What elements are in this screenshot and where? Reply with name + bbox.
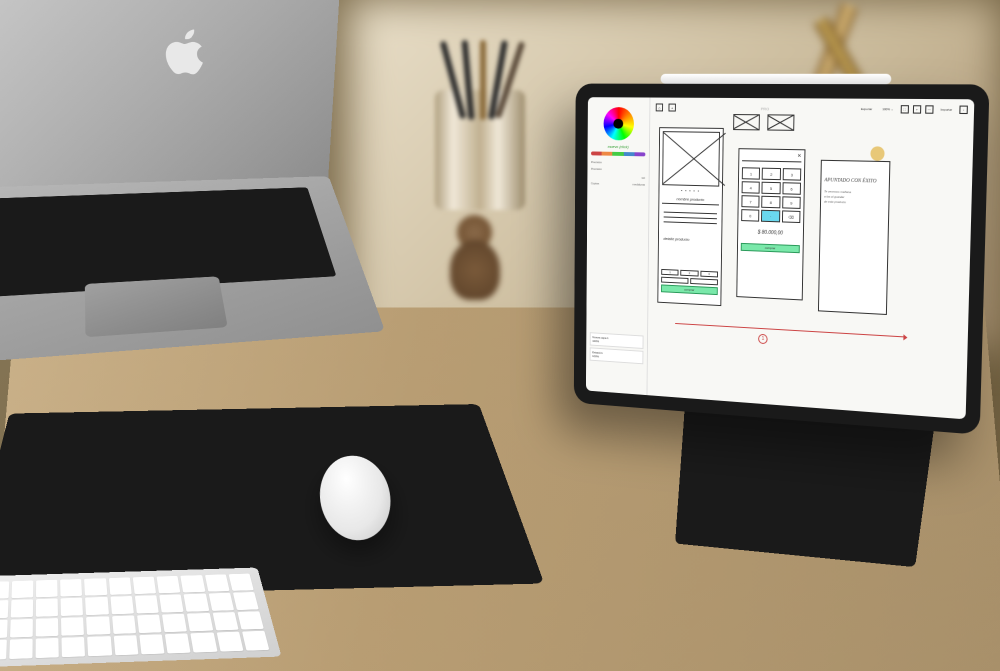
- setting-label: Copias: [591, 182, 599, 187]
- app-sidebar: muevo (click) Precisión Precisión: [586, 97, 650, 395]
- toolbar-more-icon[interactable]: —: [925, 105, 933, 113]
- external-keyboard: [0, 568, 282, 669]
- toolbar-add-icon[interactable]: +: [913, 105, 921, 113]
- layer-item[interactable]: Estación 100%: [590, 347, 644, 364]
- app-topbar: ⌂ + PRO Exportar 100% ⌄ ⬚ + — Importar ↓: [650, 100, 974, 117]
- toolbar-icon[interactable]: ⬚: [900, 105, 908, 113]
- flow-step-number: 1: [758, 334, 768, 344]
- decorative-figure: [435, 210, 515, 310]
- keypad-key: 7: [741, 195, 759, 208]
- flow-arrow: [675, 323, 904, 337]
- setting-label: Precisión: [591, 167, 602, 172]
- apple-logo-icon: [157, 26, 212, 89]
- add-icon[interactable]: +: [668, 104, 675, 112]
- keypad-key-delete: ⌫: [782, 210, 801, 223]
- amount-display: $ 80.000,00: [741, 229, 800, 237]
- option-button: [661, 277, 688, 284]
- design-app: muevo (click) Precisión Precisión: [586, 97, 974, 419]
- download-icon[interactable]: ↓: [959, 106, 968, 115]
- image-placeholder: [662, 131, 720, 186]
- workspace-scene: muevo (click) Precisión Precisión: [0, 0, 1000, 667]
- wireframe-success[interactable]: APUNTADO CON ÉXITO Te veremos mañana a l…: [818, 160, 890, 315]
- color-wheel[interactable]: [603, 107, 634, 141]
- app-canvas[interactable]: ⌂ + PRO Exportar 100% ⌄ ⬚ + — Importar ↓: [647, 98, 974, 420]
- keypad-key: 8: [762, 196, 781, 209]
- option-button: 2: [681, 270, 699, 277]
- keypad-key: ·: [761, 210, 780, 223]
- close-icon: ✕: [797, 153, 801, 159]
- laptop-base: [0, 176, 385, 367]
- buy-button: comprar: [661, 284, 718, 295]
- option-button: [690, 278, 718, 285]
- keypad-key: 0: [741, 209, 759, 222]
- option-button: 1: [661, 269, 679, 276]
- keypad-key: 4: [742, 181, 760, 193]
- keypad-key: 5: [762, 182, 781, 195]
- keypad-key: 1: [742, 167, 760, 179]
- ipad: muevo (click) Precisión Precisión: [574, 84, 990, 435]
- home-icon[interactable]: ⌂: [656, 103, 663, 111]
- number-keypad: 1 2 3 4 5 6 7 8 9 0 · ⌫: [741, 167, 801, 223]
- sidebar-settings: Precisión Precisión set Copias mediduras: [591, 159, 645, 189]
- wireframe-keypad[interactable]: ✕ 1 2 3 4 5 6 7 8 9: [736, 148, 805, 300]
- macbook: [0, 0, 444, 365]
- keypad-key: 3: [782, 168, 801, 181]
- keypad-key: 9: [782, 196, 801, 209]
- tablet-screen: muevo (click) Precisión Precisión: [586, 97, 974, 419]
- mousepad: [0, 404, 544, 598]
- apple-pencil: [661, 74, 892, 84]
- color-label: muevo (click): [591, 144, 645, 150]
- wireframes-row: • • • • • nombre producto detalle produc…: [657, 127, 963, 319]
- option-button: 3: [700, 271, 718, 278]
- setting-value: set: [641, 176, 645, 181]
- import-button[interactable]: Importar: [937, 106, 955, 112]
- product-detail-label: detalle producto: [662, 234, 719, 245]
- emoji-icon: [870, 146, 884, 161]
- success-text: Te veremos mañana a las al guardar de es…: [824, 189, 886, 205]
- layers-panel: Nueva capa 1 100% Estación 100%: [590, 330, 644, 366]
- pen-holder: [435, 90, 525, 210]
- zoom-value[interactable]: 100% ⌄: [879, 106, 896, 112]
- keypad-key: 2: [762, 168, 781, 180]
- setting-value: mediduras: [632, 183, 645, 189]
- keypad-key: 6: [782, 182, 801, 195]
- color-palette[interactable]: [591, 151, 645, 156]
- export-button[interactable]: Exportar: [858, 106, 875, 112]
- pro-badge: PRO: [761, 106, 769, 111]
- laptop-trackpad: [85, 276, 228, 337]
- buy-button: comprar: [741, 243, 800, 253]
- layer-item[interactable]: Nueva capa 1 100%: [590, 332, 644, 349]
- wireframe-product-detail[interactable]: • • • • • nombre producto detalle produc…: [657, 127, 723, 306]
- success-title: APUNTADO CON ÉXITO: [824, 178, 886, 185]
